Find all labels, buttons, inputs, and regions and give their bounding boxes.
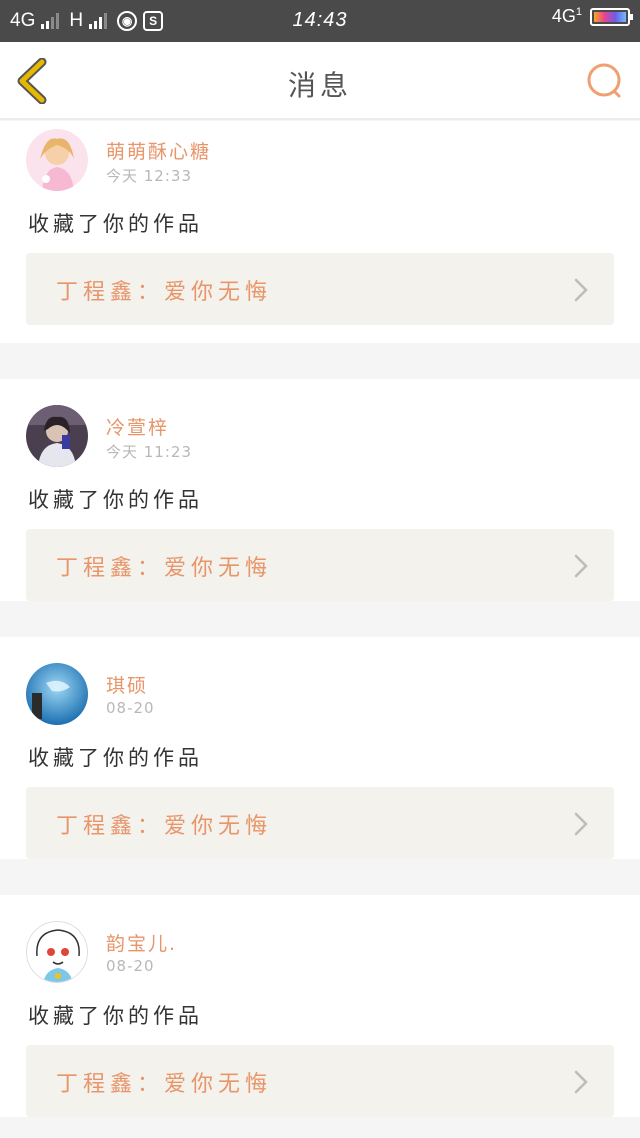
battery-icon <box>590 7 633 26</box>
avatar[interactable] <box>26 405 88 467</box>
work-title: 丁程鑫：爱你无悔 <box>56 556 273 581</box>
action-text: 收藏了你的作品 <box>28 212 203 236</box>
message-time: 今天 11:23 <box>106 443 192 461</box>
avatar[interactable] <box>26 663 88 725</box>
message-list: 萌萌酥心糖 今天 12:33 收藏了你的作品 丁程鑫：爱你无悔 冷萱梓 今天 1… <box>0 121 640 1138</box>
work-title: 丁程鑫：爱你无悔 <box>56 1072 273 1097</box>
message-card: 萌萌酥心糖 今天 12:33 收藏了你的作品 丁程鑫：爱你无悔 <box>0 121 640 343</box>
page-title: 消息 <box>287 69 352 102</box>
avatar-image <box>26 129 88 191</box>
status-right: 4G1 <box>552 6 633 27</box>
avatar-image <box>26 405 88 467</box>
message-card: 琪硕 08-20 收藏了你的作品 丁程鑫：爱你无悔 <box>0 637 640 859</box>
chevron-right-icon <box>574 554 588 578</box>
username[interactable]: 韵宝儿. <box>106 929 177 956</box>
work-link[interactable]: 丁程鑫：爱你无悔 <box>26 1045 614 1117</box>
username[interactable]: 冷萱梓 <box>106 413 169 440</box>
action-text: 收藏了你的作品 <box>28 1004 203 1028</box>
avatar-image <box>27 922 87 982</box>
chevron-right-icon <box>574 812 588 836</box>
work-link[interactable]: 丁程鑫：爱你无悔 <box>26 253 614 325</box>
search-icon <box>587 63 621 98</box>
avatar[interactable] <box>26 921 88 983</box>
message-card: 韵宝儿. 08-20 收藏了你的作品 丁程鑫：爱你无悔 <box>0 895 640 1117</box>
search-button[interactable] <box>586 62 624 100</box>
chevron-right-icon <box>574 278 588 302</box>
action-text: 收藏了你的作品 <box>28 746 203 770</box>
message-time: 08-20 <box>106 957 155 975</box>
avatar[interactable] <box>26 129 88 191</box>
message-time: 今天 12:33 <box>106 167 192 185</box>
network-4g-right-label: 4G <box>551 6 576 26</box>
avatar-image <box>26 663 88 725</box>
status-time: 14:43 <box>292 9 348 31</box>
username[interactable]: 琪硕 <box>106 671 148 698</box>
chevron-right-icon <box>574 1070 588 1094</box>
work-link[interactable]: 丁程鑫：爱你无悔 <box>26 529 614 601</box>
work-title: 丁程鑫：爱你无悔 <box>56 814 273 839</box>
status-bar: 4G H ◉ S 14:43 4G1 <box>0 0 640 42</box>
nav-bar: 消息 <box>0 42 640 120</box>
username[interactable]: 萌萌酥心糖 <box>106 137 211 164</box>
network-sim-index: 1 <box>575 6 582 18</box>
work-title: 丁程鑫：爱你无悔 <box>56 280 273 305</box>
message-card: 冷萱梓 今天 11:23 收藏了你的作品 丁程鑫：爱你无悔 <box>0 379 640 601</box>
network-4g-right: 4G1 <box>552 6 582 27</box>
action-text: 收藏了你的作品 <box>28 488 203 512</box>
work-link[interactable]: 丁程鑫：爱你无悔 <box>26 787 614 859</box>
message-time: 08-20 <box>106 699 155 717</box>
battery-fill <box>594 11 626 22</box>
